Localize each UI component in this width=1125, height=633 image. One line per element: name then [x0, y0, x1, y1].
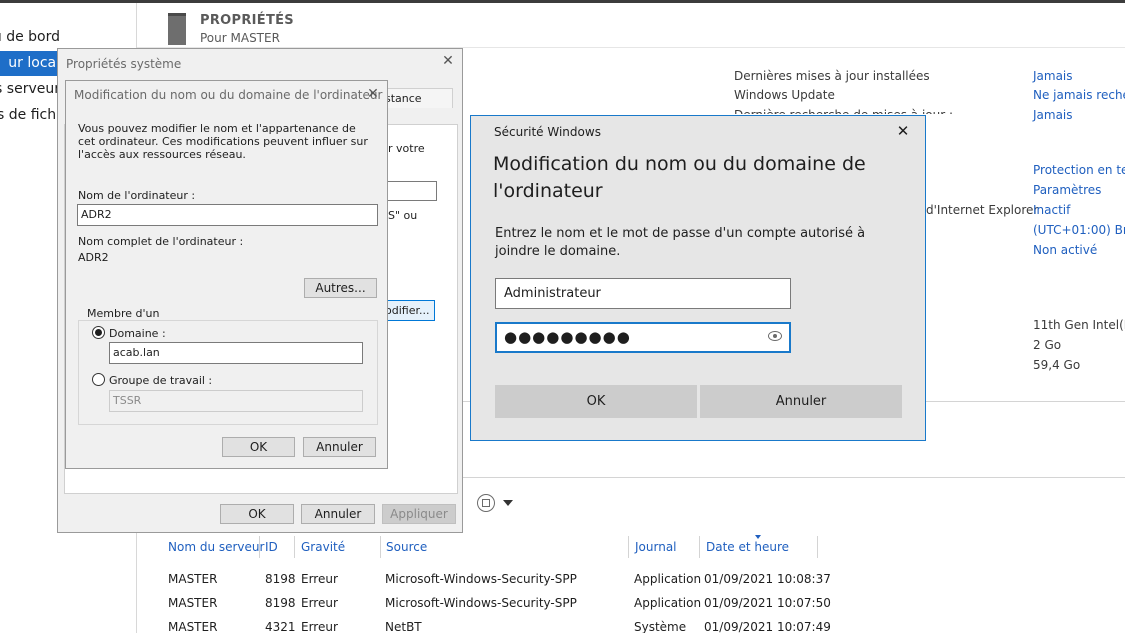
page-title: PROPRIÉTÉS: [200, 13, 294, 28]
table-cell: Erreur: [301, 620, 338, 633]
full-name-label: Nom complet de l'ordinateur :: [78, 235, 244, 248]
dialog-description: Vous pouvez modifier le nom et l'apparte…: [78, 122, 368, 161]
property-value-link[interactable]: Protection en tem: [1033, 163, 1125, 177]
column-separator: [380, 536, 381, 558]
windows-security-dialog: Sécurité Windows ✕ Modification du nom o…: [470, 115, 926, 441]
column-separator: [628, 536, 629, 558]
computer-name-dialog: Modification du nom ou du domaine de l'o…: [65, 80, 388, 469]
reveal-password-icon[interactable]: [768, 331, 782, 341]
table-cell: MASTER: [168, 620, 218, 633]
password-field[interactable]: ●●●●●●●●●: [495, 322, 791, 353]
divider: [462, 477, 1125, 478]
table-cell: MASTER: [168, 596, 218, 610]
workgroup-radio[interactable]: [92, 373, 105, 386]
computer-name-field[interactable]: ADR2: [77, 204, 378, 226]
cancel-button[interactable]: Annuler: [700, 385, 902, 418]
cancel-button[interactable]: Annuler: [303, 437, 376, 457]
property-value: 59,4 Go: [1033, 358, 1081, 372]
save-icon[interactable]: [477, 494, 495, 512]
nav-item-label: u de bord: [0, 29, 60, 45]
page-text-fragment: r votre: [388, 142, 425, 155]
nav-item-label: ur local: [8, 55, 60, 71]
dialog-heading: Modification du nom ou du domaine de l'o…: [493, 153, 866, 202]
property-value-link[interactable]: (UTC+01:00) Brux: [1033, 223, 1125, 237]
table-cell: Système: [634, 620, 687, 633]
chevron-down-icon[interactable]: [503, 500, 513, 506]
property-value-link[interactable]: Jamais: [1033, 69, 1073, 83]
table-cell: Application: [634, 596, 702, 610]
property-label: Dernière recherche de mises à jour :: [734, 108, 953, 114]
column-header-source[interactable]: Source: [386, 540, 427, 554]
server-icon: [168, 13, 186, 45]
property-value-link[interactable]: Paramètres: [1033, 183, 1101, 197]
username-field[interactable]: Administrateur: [495, 278, 791, 309]
property-value: 11th Gen Intel(R): [1033, 318, 1125, 332]
property-label: Windows Update: [734, 88, 835, 102]
workgroup-field[interactable]: TSSR: [109, 390, 363, 412]
property-value-link[interactable]: Ne jamais recherc: [1033, 88, 1125, 102]
table-cell: 01/09/2021 10:07:49: [704, 620, 831, 633]
table-cell: NetBT: [385, 620, 422, 633]
table-cell: Erreur: [301, 596, 338, 610]
property-value-link[interactable]: Non activé: [1033, 243, 1097, 257]
table-cell: Microsoft-Windows-Security-SPP: [385, 572, 577, 586]
computer-name-label: Nom de l'ordinateur :: [78, 189, 196, 202]
column-separator: [817, 536, 818, 558]
apply-button[interactable]: Appliquer: [382, 504, 456, 524]
ok-button[interactable]: OK: [495, 385, 697, 418]
workgroup-label: Groupe de travail :: [109, 374, 213, 387]
column-header-log[interactable]: Journal: [635, 540, 677, 554]
table-cell: MASTER: [168, 572, 218, 586]
others-button[interactable]: Autres...: [304, 278, 377, 298]
sort-arrow-icon: [755, 535, 761, 539]
column-header-id[interactable]: ID: [265, 540, 278, 554]
table-cell: 8198: [265, 572, 296, 586]
table-cell: Microsoft-Windows-Security-SPP: [385, 596, 577, 610]
column-header-server-name[interactable]: Nom du serveur: [168, 540, 264, 554]
nav-item-label: es serveur: [0, 81, 60, 97]
table-cell: Application: [634, 572, 702, 586]
column-header-date-time[interactable]: Date et heure: [706, 540, 789, 554]
table-cell: 01/09/2021 10:07:50: [704, 596, 831, 610]
dialog-title: Sécurité Windows: [494, 125, 601, 139]
page-subtitle: Pour MASTER: [200, 31, 280, 45]
property-label: Dernières mises à jour installées: [734, 69, 930, 83]
dialog-title: Propriétés système: [66, 57, 182, 71]
close-icon[interactable]: ✕: [365, 86, 381, 102]
column-separator: [259, 536, 260, 558]
top-border: [0, 0, 1125, 3]
modify-button[interactable]: odifier...: [382, 300, 435, 321]
dialog-description: Entrez le nom et le mot de passe d'un co…: [495, 226, 866, 259]
column-separator: [699, 536, 700, 558]
property-value: 2 Go: [1033, 338, 1062, 352]
table-cell: 4321: [265, 620, 296, 633]
property-label: d'Internet Explorer: [926, 203, 1039, 217]
domain-field[interactable]: acab.lan: [109, 342, 363, 364]
full-name-value: ADR2: [78, 251, 109, 264]
close-icon[interactable]: ✕: [440, 53, 456, 69]
column-header-severity[interactable]: Gravité: [301, 540, 345, 554]
ok-button[interactable]: OK: [222, 437, 295, 457]
table-cell: Erreur: [301, 572, 338, 586]
page-text-fragment: S" ou: [388, 209, 418, 222]
nav-item-label: es de fichi: [0, 107, 60, 123]
tab-remote[interactable]: stance: [383, 88, 453, 108]
member-of-label: Membre d'un: [84, 307, 163, 320]
ok-button[interactable]: OK: [220, 504, 294, 524]
table-cell: 01/09/2021 10:08:37: [704, 572, 831, 586]
domain-radio[interactable]: [92, 326, 105, 339]
property-value-link[interactable]: Jamais: [1033, 108, 1073, 122]
column-separator: [294, 536, 295, 558]
nav-item-dashboard[interactable]: u de bord: [0, 25, 137, 50]
close-icon[interactable]: ✕: [895, 123, 911, 139]
description-field[interactable]: [388, 181, 437, 201]
domain-label: Domaine :: [109, 327, 166, 340]
dialog-title: Modification du nom ou du domaine de l'o…: [74, 88, 383, 102]
table-cell: 8198: [265, 596, 296, 610]
property-value-link[interactable]: Inactif: [1033, 203, 1070, 217]
cancel-button[interactable]: Annuler: [301, 504, 375, 524]
